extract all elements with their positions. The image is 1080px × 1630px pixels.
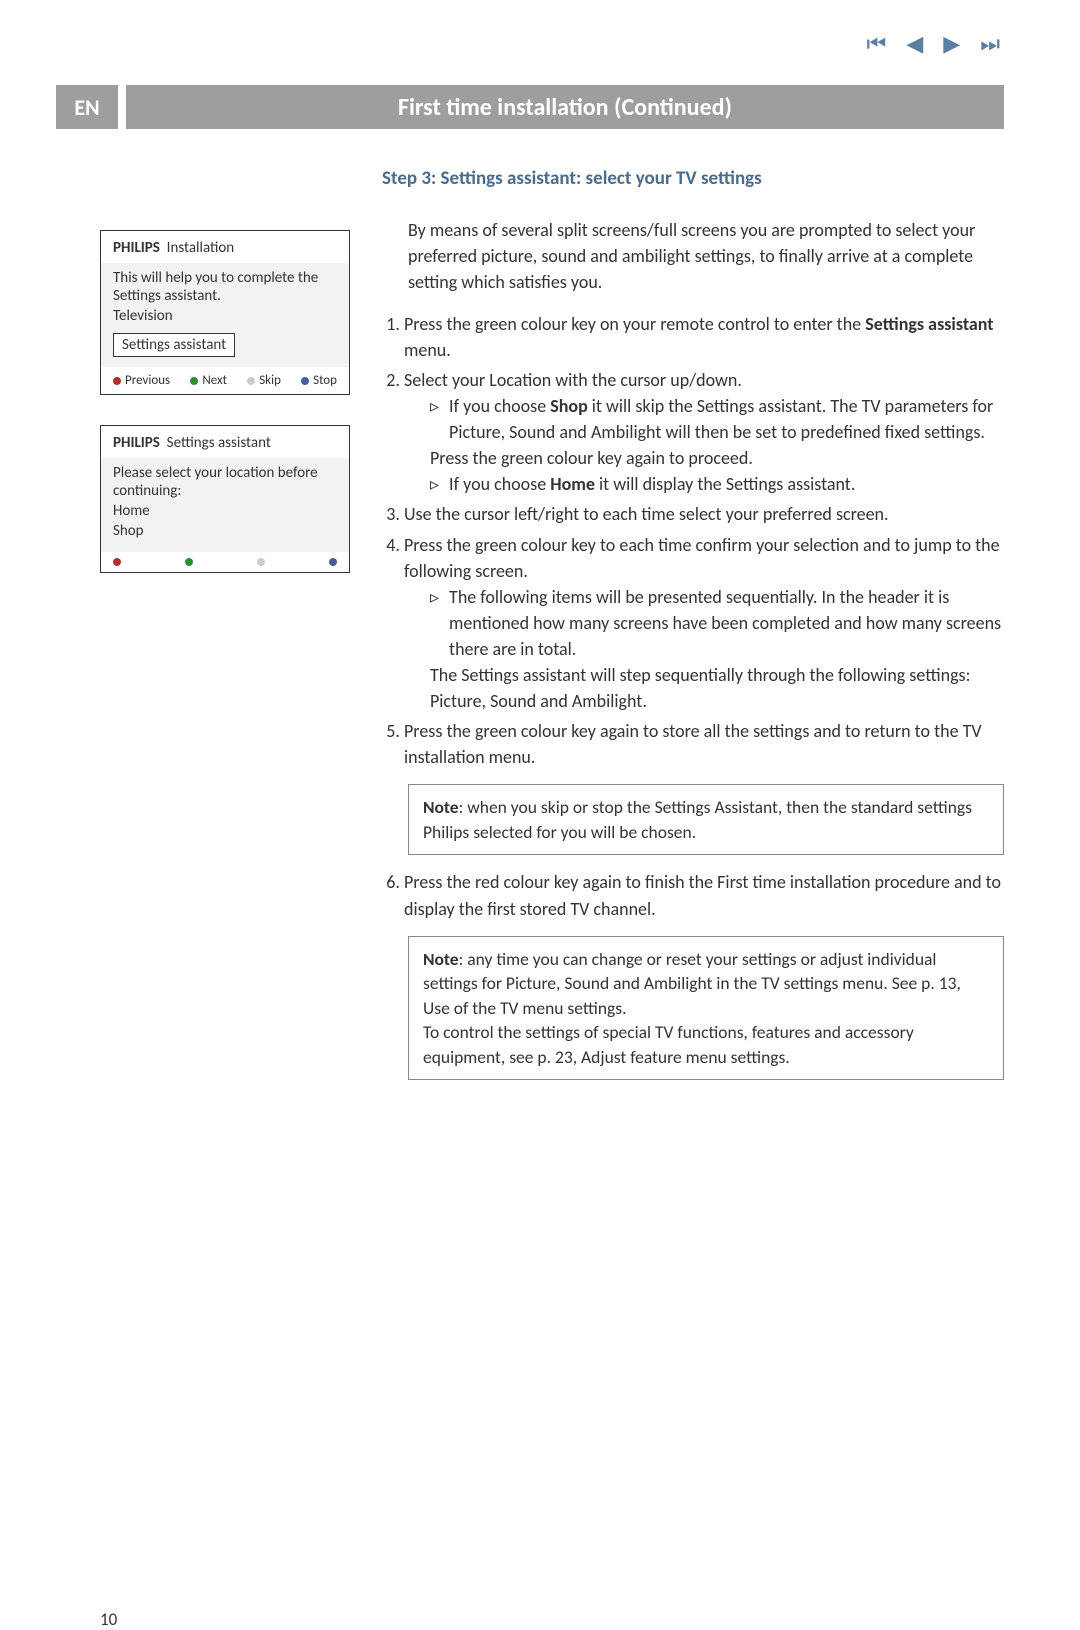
language-badge: EN <box>56 85 118 129</box>
panel-title: PHILIPS Installation <box>101 231 349 263</box>
panel-footer: Previous Next Skip Stop <box>101 367 349 394</box>
nav-last-icon[interactable]: ⏭ <box>980 30 1000 57</box>
text: Press the green colour key again to proc… <box>430 445 1004 471</box>
nav-prev-icon[interactable]: ◀ <box>906 30 923 57</box>
text: If you choose Home it will display the S… <box>449 471 855 497</box>
footer-label: Next <box>202 373 227 388</box>
panel-text: This will help you to complete the Setti… <box>113 269 337 305</box>
triangle-icon: ▹ <box>430 393 439 445</box>
footer-label: Previous <box>125 373 170 388</box>
page-header: EN First time installation (Continued) <box>56 85 1004 129</box>
location-option-home[interactable]: Home <box>113 502 337 520</box>
panel-footer <box>101 552 349 572</box>
pdf-nav: ⏮ ◀ ▶ ⏭ <box>867 30 1000 57</box>
yellow-dot-icon <box>257 558 265 566</box>
selected-item[interactable]: Settings assistant <box>113 333 235 357</box>
list-item: Use the cursor left/right to each time s… <box>404 501 1004 527</box>
text: menu. <box>404 339 451 361</box>
green-dot-icon <box>190 377 198 385</box>
footer-btn-skip[interactable]: Skip <box>247 373 281 388</box>
instruction-list: Press the red colour key again to finish… <box>382 869 1004 921</box>
bold-text: Shop <box>550 395 588 417</box>
nav-next-icon[interactable]: ▶ <box>943 30 960 57</box>
red-dot-icon <box>113 377 121 385</box>
bold-text: Home <box>550 473 595 495</box>
list-item: Press the green colour key again to stor… <box>404 718 1004 770</box>
nav-first-icon[interactable]: ⏮ <box>867 30 887 57</box>
note-text: : when you skip or stop the Settings Ass… <box>423 796 972 843</box>
settings-assistant-panel: PHILIPS Settings assistant Please select… <box>100 425 350 573</box>
bold-text: Settings assistant <box>865 313 993 335</box>
green-dot-icon <box>185 558 193 566</box>
yellow-dot-icon <box>247 377 255 385</box>
footer-label: Skip <box>259 373 281 388</box>
triangle-icon: ▹ <box>430 471 439 497</box>
note-text: To control the settings of special TV fu… <box>423 1021 914 1068</box>
panel-subtitle: Installation <box>167 239 234 257</box>
note-text: : any time you can change or reset your … <box>423 948 961 1019</box>
list-item: Select your Location with the cursor up/… <box>404 367 1004 497</box>
note-box: Note: when you skip or stop the Settings… <box>408 784 1004 855</box>
text: The Settings assistant will step sequent… <box>430 662 1004 714</box>
panel-subtitle: Settings assistant <box>167 434 271 452</box>
location-option-shop[interactable]: Shop <box>113 522 337 540</box>
list-item: Press the red colour key again to finish… <box>404 869 1004 921</box>
note-label: Note <box>423 796 459 818</box>
brand-label: PHILIPS <box>113 434 160 452</box>
list-item: Press the green colour key to each time … <box>404 532 1004 715</box>
footer-label: Stop <box>313 373 337 388</box>
footer-btn-next[interactable]: Next <box>190 373 227 388</box>
footer-btn-stop[interactable]: Stop <box>301 373 337 388</box>
footer-btn[interactable] <box>329 558 337 566</box>
panel-text: Television <box>113 307 337 325</box>
footer-btn[interactable] <box>113 558 121 566</box>
installation-panel: PHILIPS Installation This will help you … <box>100 230 350 395</box>
note-label: Note <box>423 948 459 970</box>
instruction-list: Press the green colour key on your remot… <box>382 311 1004 771</box>
panel-text: Please select your location before conti… <box>113 464 337 500</box>
text: Select your Location with the cursor up/… <box>404 369 742 391</box>
blue-dot-icon <box>301 377 309 385</box>
triangle-icon: ▹ <box>430 584 439 662</box>
footer-btn[interactable] <box>185 558 193 566</box>
footer-btn-previous[interactable]: Previous <box>113 373 170 388</box>
page-number: 10 <box>100 1609 117 1630</box>
text: The following items will be presented se… <box>449 584 1004 662</box>
list-item: Press the green colour key on your remot… <box>404 311 1004 363</box>
text: If you choose Shop it will skip the Sett… <box>449 393 1004 445</box>
panel-title: PHILIPS Settings assistant <box>101 426 349 458</box>
panel-body: This will help you to complete the Setti… <box>101 263 349 367</box>
step-heading: Step 3: Settings assistant: select your … <box>382 165 1004 193</box>
text: Press the green colour key on your remot… <box>404 313 865 335</box>
text: Press the green colour key to each time … <box>404 534 1000 582</box>
note-box: Note: any time you can change or reset y… <box>408 936 1004 1081</box>
brand-label: PHILIPS <box>113 239 160 257</box>
footer-btn[interactable] <box>257 558 265 566</box>
panel-body: Please select your location before conti… <box>101 458 349 552</box>
intro-paragraph: By means of several split screens/full s… <box>408 217 1004 295</box>
page-title: First time installation (Continued) <box>126 85 1004 129</box>
blue-dot-icon <box>329 558 337 566</box>
red-dot-icon <box>113 558 121 566</box>
